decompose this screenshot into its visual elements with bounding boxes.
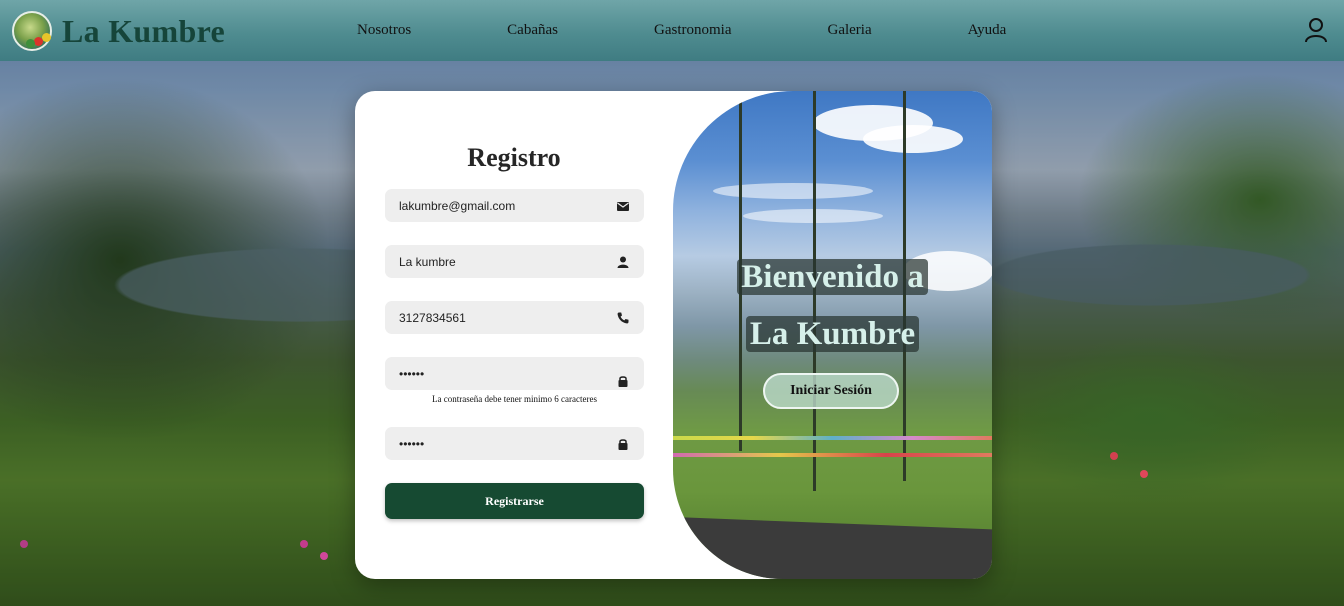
nav-item-ayuda[interactable]: Ayuda [968, 22, 1007, 39]
flower-decoration [1110, 452, 1118, 460]
logo-icon [12, 11, 52, 51]
phone-field-wrapper [385, 301, 644, 334]
phone-field[interactable] [399, 310, 616, 325]
welcome-brand: La Kumbre [673, 316, 992, 353]
flower-decoration [320, 552, 328, 560]
welcome-heading: Bienvenido a [673, 259, 992, 296]
email-field[interactable] [399, 198, 616, 213]
person-icon [617, 256, 629, 268]
password-field-wrapper [385, 357, 644, 390]
nav-item-cabanas[interactable]: Cabañas [507, 22, 558, 39]
login-button[interactable]: Iniciar Sesión [763, 373, 899, 409]
nav-item-gastronomia[interactable]: Gastronomia [654, 22, 731, 39]
brand-logo[interactable]: La Kumbre [12, 11, 225, 51]
password-field[interactable] [399, 366, 616, 381]
name-field[interactable] [399, 254, 616, 269]
welcome-line-2: La Kumbre [745, 316, 920, 352]
phone-icon [617, 312, 629, 323]
form-title: Registro [467, 143, 561, 172]
brand-name: La Kumbre [62, 12, 226, 49]
flower-decoration [1140, 470, 1148, 478]
lock-icon [618, 375, 628, 387]
welcome-line-1: Bienvenido a [737, 259, 928, 295]
flower-decoration [20, 540, 28, 548]
envelope-icon [617, 201, 629, 211]
welcome-panel: Bienvenido a La Kumbre Iniciar Sesión [673, 91, 992, 579]
register-card: Registro lakumbre@gmail.com La kumbre 31… [355, 91, 992, 579]
register-button[interactable]: Registrarse [385, 483, 644, 519]
main-nav: Nosotros Cabañas Gastronomia Galeria Ayu… [357, 22, 1006, 39]
confirm-password-field-wrapper [385, 427, 644, 460]
password-hint: La contraseña debe tener minimo 6 caract… [432, 394, 597, 404]
email-field-wrapper [385, 189, 644, 222]
lock-icon [618, 438, 628, 450]
top-header: La Kumbre Nosotros Cabañas Gastronomia G… [0, 0, 1344, 61]
confirm-password-field[interactable] [399, 436, 616, 451]
user-account-icon[interactable] [1304, 17, 1328, 43]
name-field-wrapper [385, 245, 644, 278]
nav-item-nosotros[interactable]: Nosotros [357, 22, 411, 39]
flower-decoration [300, 540, 308, 548]
nav-item-galeria[interactable]: Galeria [827, 22, 871, 39]
register-form: Registro lakumbre@gmail.com La kumbre 31… [355, 91, 675, 579]
